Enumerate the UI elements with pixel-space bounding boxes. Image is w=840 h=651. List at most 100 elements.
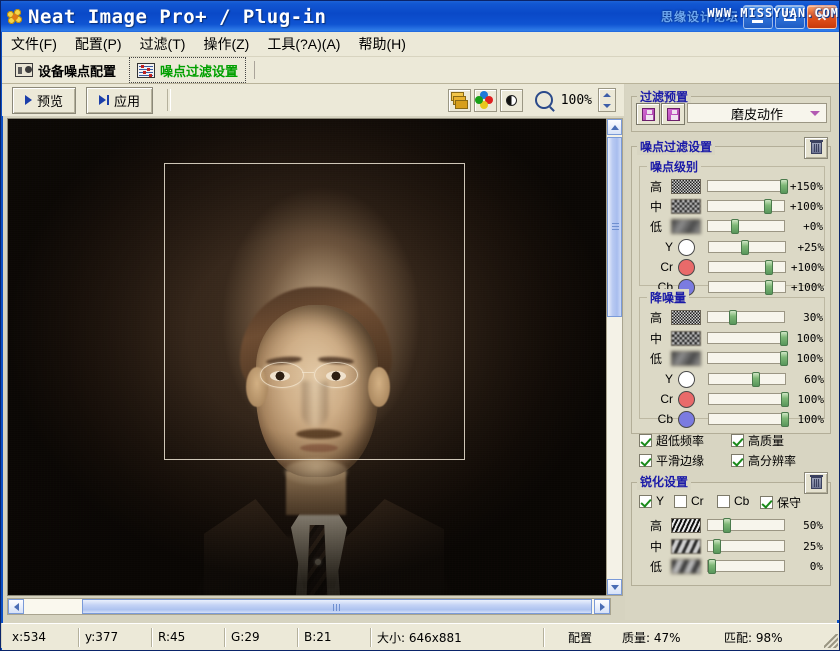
option-high-resolution[interactable]: 高分辨率 — [731, 452, 796, 469]
menu-bar: 文件(F) 配置(P) 过滤(T) 操作(Z) 工具(?A)(A) 帮助(H) — [2, 32, 839, 57]
noise-mid-swatch — [671, 198, 701, 214]
status-x: x:534 — [6, 627, 79, 647]
checkbox-icon[interactable] — [760, 496, 773, 509]
scroll-down-button[interactable] — [607, 579, 622, 595]
load-preset-icon[interactable] — [636, 103, 660, 125]
menu-action[interactable]: 操作(Z) — [194, 32, 258, 56]
portrait-figure — [8, 119, 610, 595]
resize-grip-icon[interactable] — [824, 634, 838, 648]
apply-button[interactable]: 应用 — [86, 86, 154, 114]
preset-selected-value: 磨皮动作 — [730, 106, 783, 122]
noise-level-low-slider[interactable] — [707, 219, 785, 234]
preview-button[interactable]: 预览 — [12, 86, 77, 114]
vertical-scroll-thumb[interactable] — [607, 137, 622, 317]
noise-reduction-low-slider[interactable] — [707, 351, 788, 366]
sharpen-channel-cr[interactable]: Cr — [674, 494, 704, 508]
checkbox-icon[interactable] — [731, 454, 744, 467]
zoom-stepper[interactable] — [598, 88, 616, 112]
close-button[interactable]: ✕ — [807, 4, 837, 29]
noise-reduction-y-slider[interactable] — [708, 372, 786, 387]
noise-reduction-title: 降噪量 — [647, 289, 690, 306]
option-smooth-edges[interactable]: 平滑边缘 — [639, 452, 704, 469]
noise-reduction-cr-value: 100% — [797, 392, 825, 406]
preset-dropdown[interactable]: 磨皮动作 — [687, 103, 827, 123]
sharpening-low-slider[interactable] — [707, 559, 785, 574]
noise-reduction-cr-slider[interactable] — [708, 392, 789, 407]
noise-level-row: Y +25% — [643, 238, 825, 256]
noise-level-cr-slider[interactable] — [708, 260, 786, 275]
menu-file[interactable]: 文件(F) — [2, 32, 66, 56]
noise-level-mid-value: +100% — [789, 199, 823, 213]
status-match: 匹配: 98% — [724, 630, 783, 645]
menu-tools[interactable]: 工具(?A)(A) — [258, 32, 349, 56]
sharp-high-swatch — [671, 517, 701, 533]
checkbox-icon[interactable] — [674, 494, 687, 508]
sharpen-conservative[interactable]: 保守 — [760, 494, 801, 511]
sharpening-reset-trash-icon[interactable] — [804, 472, 828, 494]
noise-level-cb-slider[interactable] — [708, 280, 786, 295]
noise-reduction-mid-slider[interactable] — [707, 331, 788, 346]
sharpen-conservative-label: 保守 — [777, 496, 802, 510]
noise-level-high-slider[interactable] — [707, 179, 788, 194]
horizontal-scrollbar[interactable] — [7, 598, 611, 615]
checkbox-icon[interactable] — [717, 494, 730, 508]
checkbox-icon[interactable] — [639, 494, 652, 508]
tab-device-noise-profile[interactable]: 设备噪点配置 — [8, 58, 123, 82]
layers-icon[interactable] — [447, 88, 471, 112]
checkbox-icon[interactable] — [731, 434, 744, 447]
noise-level-y-slider[interactable] — [708, 240, 786, 255]
noise-level-row-label: 高 — [649, 179, 662, 194]
save-preset-icon[interactable] — [661, 103, 685, 125]
sharpening-title: 锐化设置 — [637, 473, 692, 490]
sharpening-mid-slider[interactable] — [707, 539, 785, 554]
status-b: B:21 — [298, 627, 371, 647]
circle-red-swatch — [678, 258, 695, 276]
sharpen-channel-cb[interactable]: Cb — [717, 494, 749, 508]
sharpening-high-value: 50% — [803, 518, 823, 532]
scroll-right-button[interactable] — [594, 599, 610, 614]
sharpening-row: 低 0% — [643, 557, 825, 575]
noise-reduction-y-value: 60% — [804, 372, 824, 386]
scroll-up-button[interactable] — [607, 119, 622, 135]
option-ultra-low-frequency[interactable]: 超低频率 — [639, 432, 704, 449]
image-toolbar: 预览 应用 100% — [2, 84, 624, 116]
menu-help[interactable]: 帮助(H) — [349, 32, 414, 56]
menu-profile[interactable]: 配置(P) — [66, 32, 131, 56]
noise-reduction-row-label: 高 — [649, 310, 662, 325]
noise-level-row-label: Cr — [660, 260, 673, 274]
sharpening-high-slider[interactable] — [707, 518, 785, 533]
window-border-left — [1, 32, 3, 623]
magnifier-icon[interactable] — [534, 91, 553, 109]
option-high-quality[interactable]: 高质量 — [731, 432, 784, 449]
sharpen-channel-y[interactable]: Y — [639, 494, 664, 508]
status-r: R:45 — [152, 627, 225, 647]
vertical-scrollbar[interactable] — [606, 118, 623, 596]
image-canvas[interactable]: www. 照片处理网 PHOTOPS.COM — [7, 118, 611, 596]
noise-reduction-row: 中 100% — [643, 329, 825, 347]
circle-blue-swatch — [678, 410, 695, 428]
maximize-button[interactable] — [775, 4, 805, 29]
noise-reduction-row: Cb 100% — [643, 410, 825, 428]
horizontal-scroll-thumb[interactable] — [82, 599, 592, 614]
menu-filter[interactable]: 过滤(T) — [131, 32, 195, 56]
tab-strip: 设备噪点配置 噪点过滤设置 — [2, 57, 839, 84]
sharp-mid-swatch — [671, 538, 701, 554]
noise-reduction-high-slider[interactable] — [707, 310, 785, 325]
sharpen-channel-y-label: Y — [656, 494, 665, 508]
zoom-decrease[interactable] — [599, 100, 615, 111]
noise-level-low-value: +0% — [803, 219, 823, 233]
checkbox-icon[interactable] — [639, 434, 652, 447]
zoom-increase[interactable] — [599, 89, 615, 100]
color-wheel-icon[interactable] — [473, 88, 497, 112]
noise-reduction-high-value: 30% — [803, 310, 823, 324]
tab-noise-filter-settings[interactable]: 噪点过滤设置 — [129, 57, 247, 83]
noise-filter-reset-trash-icon[interactable] — [804, 137, 828, 159]
sharpening-mid-value: 25% — [803, 539, 823, 553]
noise-reduction-cb-slider[interactable] — [708, 412, 789, 427]
scroll-left-button[interactable] — [8, 599, 24, 614]
minimize-button[interactable] — [743, 4, 773, 29]
noise-high-swatch — [671, 309, 701, 325]
noise-level-mid-slider[interactable] — [707, 199, 785, 214]
checkbox-icon[interactable] — [639, 454, 652, 467]
brightness-icon[interactable] — [499, 88, 523, 112]
